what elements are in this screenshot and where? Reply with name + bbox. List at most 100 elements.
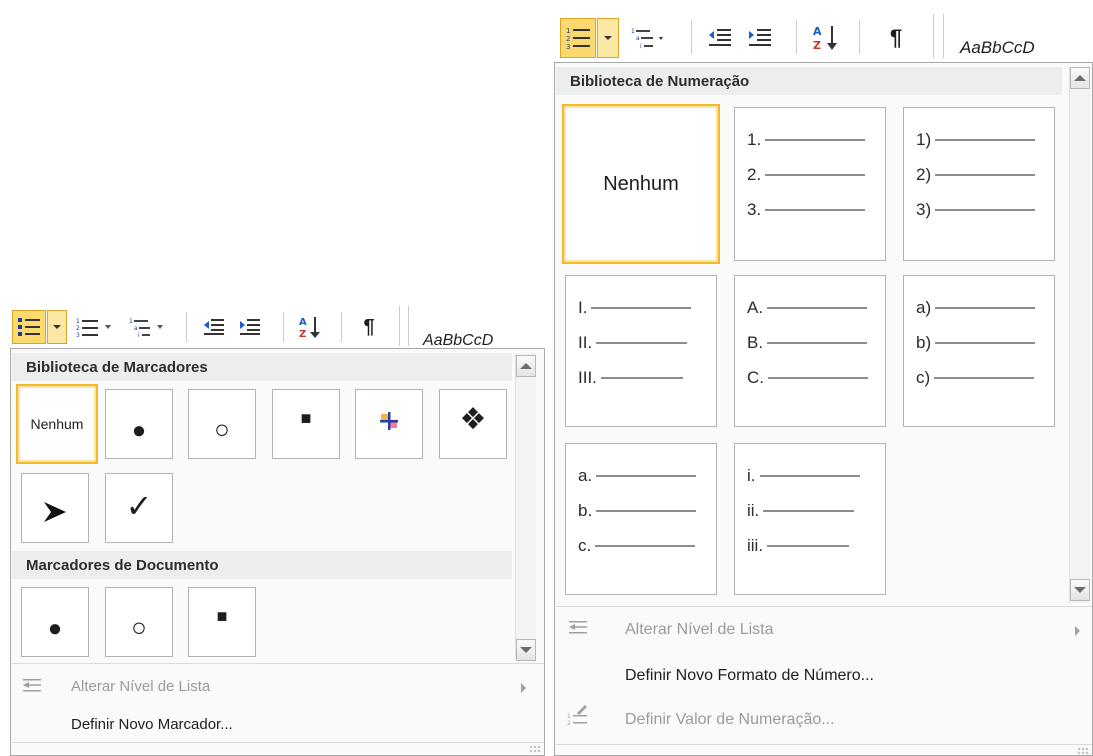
solid-circle-bullet-icon: ● [131, 417, 147, 444]
svg-text:A: A [299, 317, 307, 328]
change-list-level-item[interactable]: Alterar Nível de Lista [625, 621, 774, 639]
numbering-marker-label: 2. [747, 165, 762, 184]
section-title: Marcadores de Documento [26, 556, 219, 574]
svg-text:1: 1 [567, 713, 571, 720]
decrease-indent-button[interactable] [702, 20, 738, 56]
numbering-format-line: III. [578, 368, 683, 388]
svg-text:3: 3 [76, 332, 80, 338]
style-preview[interactable]: AaBbCcD [960, 38, 1035, 58]
numbering-placeholder-line [765, 139, 866, 141]
numbering-marker-label: a. [578, 466, 593, 485]
bullets-dropdown-arrow[interactable] [47, 310, 67, 344]
bullet-list-icon [18, 318, 40, 336]
sort-button[interactable]: A Z [806, 18, 846, 58]
hollow-circle-bullet-icon: ○ [214, 413, 230, 444]
arrowhead-bullet-icon [44, 502, 66, 522]
resize-gripper[interactable] [529, 745, 541, 753]
none-label: Nenhum [30, 416, 84, 432]
bullet-cell-arrowhead[interactable] [21, 473, 89, 543]
scroll-up-button[interactable] [1070, 67, 1090, 89]
svg-text:2: 2 [567, 720, 571, 727]
numbering-format-cell[interactable]: 1) 2) 3) [903, 107, 1055, 261]
numbering-format-cell[interactable]: A. B. C. [734, 275, 886, 427]
numbering-marker-label: 1) [916, 130, 932, 149]
bullets-button[interactable] [12, 310, 46, 344]
numbering-placeholder-line [935, 139, 1036, 141]
svg-text:2: 2 [566, 35, 570, 43]
multilevel-list-button[interactable]: 1 a i [124, 312, 170, 342]
increase-indent-icon [240, 319, 260, 335]
numbering-placeholder-line [595, 545, 696, 547]
show-formatting-button[interactable]: ¶ [876, 18, 916, 58]
numbering-button[interactable]: 1 2 3 [560, 18, 596, 58]
bullets-scrollbar[interactable] [515, 353, 536, 661]
bullet-cell-hollow-circle[interactable]: ○ [188, 389, 256, 459]
ribbon-separator [796, 20, 797, 54]
show-formatting-button[interactable]: ¶ [352, 310, 386, 344]
bullet-cell-diamond-cluster[interactable]: ❖ [439, 389, 507, 459]
numbering-format-cell[interactable]: 1. 2. 3. [734, 107, 886, 261]
numbering-scrollbar[interactable] [1069, 67, 1090, 603]
increase-indent-icon [749, 29, 771, 46]
increase-indent-button[interactable] [234, 312, 266, 342]
numbering-format-line: C. [747, 368, 868, 388]
numbering-marker-label: 2) [916, 165, 932, 184]
document-bullet-square[interactable]: ■ [188, 587, 256, 657]
document-bullet-hollow-circle[interactable]: ○ [105, 587, 173, 657]
scroll-down-button[interactable] [516, 639, 536, 661]
bullet-none-cell[interactable]: Nenhum [16, 384, 98, 464]
numbering-format-cell[interactable]: a) b) c) [903, 275, 1055, 427]
chevron-down-icon [604, 36, 612, 40]
define-new-bullet-item[interactable]: Definir Novo Marcador... [71, 716, 233, 733]
square-bullet-icon: ■ [300, 407, 312, 428]
decrease-indent-icon [709, 29, 731, 46]
numbering-button[interactable]: 1 2 3 [72, 312, 118, 342]
colored-cross-bullet-icon [380, 412, 398, 430]
numbering-marker-label: III. [578, 368, 597, 387]
bullet-cell-checkmark[interactable]: ✓ [105, 473, 173, 543]
bullet-cell-solid-circle[interactable]: ● [105, 389, 173, 459]
increase-indent-button[interactable] [742, 20, 778, 56]
numbering-dropdown-arrow[interactable] [597, 18, 619, 58]
numbering-placeholder-line [935, 209, 1036, 211]
resize-gripper[interactable] [1077, 747, 1089, 755]
bullet-cell-colored-cross[interactable] [355, 389, 423, 459]
document-bullet-solid-circle[interactable]: ● [21, 587, 89, 657]
change-list-level-item[interactable]: Alterar Nível de Lista [71, 678, 210, 695]
numbering-placeholder-line [591, 307, 692, 309]
solid-circle-bullet-icon: ● [47, 615, 63, 642]
numbering-format-cell[interactable]: i. ii. iii. [734, 443, 886, 595]
numbering-format-cell[interactable]: a. b. c. [565, 443, 717, 595]
decrease-indent-button[interactable] [198, 312, 230, 342]
set-numbering-value-item[interactable]: Definir Valor de Numeração... [625, 711, 835, 729]
numbering-placeholder-line [763, 510, 855, 512]
bullet-cell-square[interactable]: ■ [272, 389, 340, 459]
ribbon-separator [408, 306, 409, 346]
multilevel-list-button[interactable]: 1 a i [624, 20, 674, 56]
numbering-marker-label: c) [916, 368, 931, 387]
hollow-circle-bullet-icon: ○ [131, 611, 147, 642]
numbering-placeholder-line [934, 377, 1035, 379]
numbering-format-line: 3) [916, 200, 1036, 220]
numbering-format-line: 1) [916, 130, 1036, 150]
numbering-none-cell[interactable]: Nenhum [562, 104, 720, 264]
scroll-up-button[interactable] [516, 355, 536, 377]
numbering-marker-label: I. [578, 298, 588, 317]
svg-text:Z: Z [813, 39, 821, 52]
numbering-placeholder-line [596, 475, 697, 477]
numbering-placeholder-line [935, 307, 1036, 309]
svg-text:a: a [636, 35, 640, 42]
numbering-format-cell[interactable]: I. II. III. [565, 275, 717, 427]
sort-button[interactable]: A Z [292, 310, 328, 344]
change-list-level-icon [569, 621, 587, 634]
svg-text:i: i [640, 43, 642, 50]
numbering-format-line: i. [747, 466, 860, 486]
numbering-placeholder-line [767, 545, 850, 547]
define-new-number-format-item[interactable]: Definir Novo Formato de Número... [625, 667, 874, 685]
svg-text:2: 2 [76, 325, 80, 332]
scroll-down-button[interactable] [1070, 579, 1090, 601]
sort-az-icon: A Z [299, 317, 320, 340]
svg-text:1: 1 [129, 318, 133, 325]
numbering-format-line: 1. [747, 130, 866, 150]
numbering-placeholder-line [768, 377, 868, 379]
